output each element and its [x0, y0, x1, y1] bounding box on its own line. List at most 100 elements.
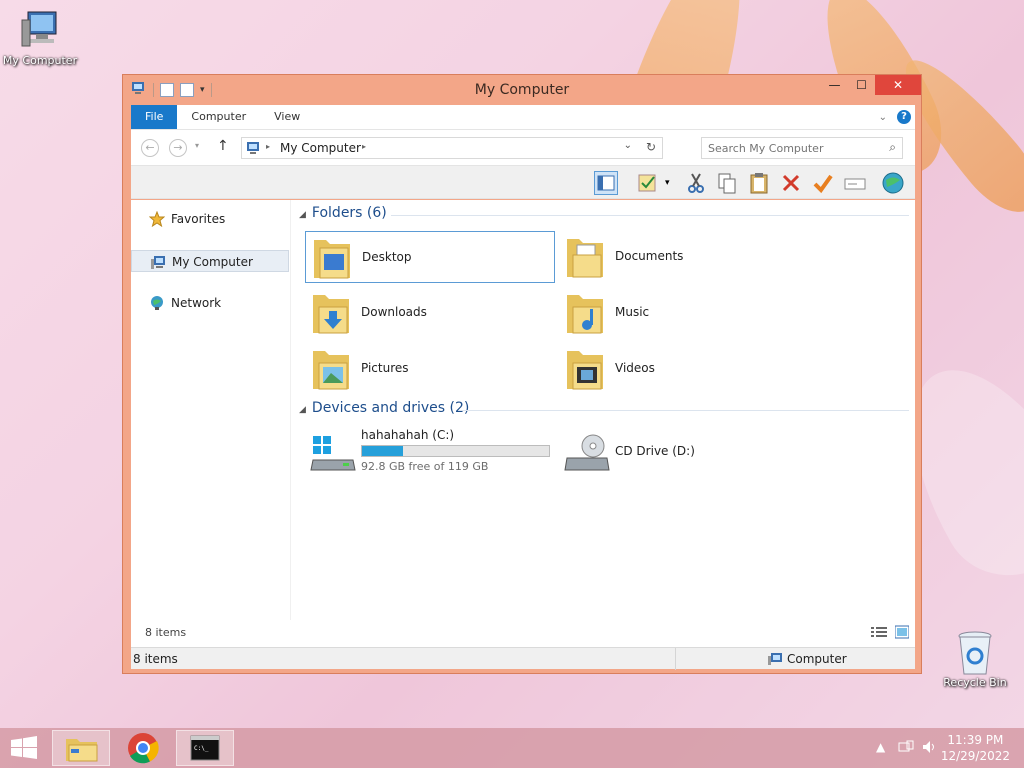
folder-tile-downloads[interactable]: Downloads	[305, 287, 555, 339]
item-count: 8 items	[145, 626, 187, 639]
command-toolbar: ▾	[131, 165, 915, 199]
drive-label: CD Drive (D:)	[615, 444, 695, 458]
title-bar[interactable]: ▾ My Computer — ☐ ✕	[123, 75, 921, 105]
copy-button[interactable]	[715, 171, 739, 195]
folder-label: Documents	[615, 249, 684, 263]
large-icons-view-icon[interactable]	[894, 625, 910, 642]
clock-time: 11:39 PM	[947, 733, 1004, 747]
ribbon-tab-bar: File Computer View ⌄ ?	[131, 105, 915, 129]
maximize-button[interactable]: ☐	[848, 75, 875, 95]
help-icon[interactable]: ?	[897, 110, 911, 124]
hard-drive-icon	[309, 432, 356, 480]
volume-icon[interactable]	[922, 740, 938, 757]
taskbar-clock[interactable]: 11:39 PM 12/29/2022	[941, 732, 1010, 764]
rename-button[interactable]	[843, 171, 867, 195]
show-hidden-icons-icon[interactable]: ▲	[876, 740, 885, 754]
breadcrumb-arrow-icon[interactable]: ▸	[266, 142, 270, 151]
recent-locations-chevron-icon[interactable]: ▾	[195, 141, 199, 150]
desktop-icon-recycle-bin[interactable]: Recycle Bin	[935, 630, 1015, 689]
collapse-triangle-icon[interactable]: ◢	[299, 210, 306, 220]
documents-folder-icon	[563, 233, 607, 281]
drive-tile-d[interactable]: CD Drive (D:)	[559, 426, 809, 482]
preview-pane-button[interactable]	[594, 171, 618, 195]
desktop-icon-label: Recycle Bin	[943, 676, 1007, 689]
navigation-pane: Favorites My Computer Network	[131, 200, 291, 638]
minimize-button[interactable]: —	[821, 75, 848, 95]
collapse-triangle-icon[interactable]: ◢	[299, 405, 306, 415]
desktop-folder-icon	[310, 234, 354, 282]
status-item-count: 8 items	[133, 652, 178, 666]
breadcrumb-arrow-icon[interactable]: ▸	[362, 142, 366, 151]
tab-computer[interactable]: Computer	[177, 105, 260, 129]
search-box[interactable]: ⌕	[701, 137, 903, 159]
delete-button[interactable]	[779, 171, 803, 195]
nav-item-label: My Computer	[172, 255, 253, 269]
up-button[interactable]: ↑	[217, 138, 229, 154]
explorer-window: ▾ My Computer — ☐ ✕ File Computer View ⌄…	[122, 74, 922, 674]
content-pane: ◢ Folders (6) Desktop Documents Downloads	[291, 200, 915, 638]
cut-button[interactable]	[684, 171, 708, 195]
svg-text:C:\_: C:\_	[194, 745, 209, 752]
tab-view[interactable]: View	[260, 105, 314, 129]
nav-item-my-computer[interactable]: My Computer	[131, 250, 289, 272]
chrome-icon	[114, 733, 172, 768]
folder-label: Videos	[615, 361, 655, 375]
drive-tile-c[interactable]: hahahahah (C:) 92.8 GB free of 119 GB	[305, 426, 555, 482]
folder-label: Desktop	[362, 250, 412, 264]
internet-globe-icon[interactable]	[881, 171, 905, 195]
desktop-icon-my-computer[interactable]: My Computer	[0, 8, 80, 67]
nav-item-label: Favorites	[171, 212, 226, 226]
group-header-devices[interactable]: ◢ Devices and drives (2)	[291, 400, 915, 420]
forward-button[interactable]: →	[169, 139, 187, 157]
folder-tile-music[interactable]: Music	[559, 287, 809, 339]
group-header-label: Devices and drives (2)	[311, 400, 470, 416]
group-divider	[391, 215, 909, 216]
paste-button[interactable]	[747, 171, 771, 195]
ribbon-right-controls: ⌄ ?	[879, 110, 915, 124]
folder-tile-pictures[interactable]: Pictures	[305, 343, 555, 395]
properties-button[interactable]	[636, 171, 660, 195]
computer-icon	[246, 141, 262, 158]
folder-tile-desktop[interactable]: Desktop	[305, 231, 555, 283]
folder-icon	[53, 739, 109, 768]
nav-item-network[interactable]: Network	[131, 292, 289, 314]
network-tray-icon[interactable]	[898, 740, 914, 757]
window-controls: — ☐ ✕	[821, 75, 921, 95]
folder-tile-videos[interactable]: Videos	[559, 343, 809, 395]
drive-usage-fill	[362, 446, 404, 456]
network-icon	[149, 295, 165, 311]
pictures-folder-icon	[309, 345, 353, 393]
properties-dropdown-chevron-icon[interactable]: ▾	[665, 178, 670, 188]
cd-drive-icon	[563, 432, 610, 480]
address-path[interactable]: My Computer	[280, 141, 361, 155]
search-icon[interactable]: ⌕	[889, 140, 896, 155]
address-history-chevron-icon[interactable]: ⌄	[624, 140, 632, 151]
search-input[interactable]	[702, 138, 872, 158]
expand-ribbon-chevron-icon[interactable]: ⌄	[879, 112, 887, 123]
drive-free-space: 92.8 GB free of 119 GB	[361, 460, 489, 473]
taskbar-chrome[interactable]	[114, 730, 172, 766]
start-button[interactable]	[0, 730, 48, 766]
group-header-label: Folders (6)	[311, 205, 387, 221]
computer-icon	[18, 8, 62, 52]
group-header-folders[interactable]: ◢ Folders (6)	[291, 205, 915, 225]
window-title: My Computer	[474, 82, 570, 98]
refresh-icon[interactable]: ↻	[646, 140, 656, 154]
back-button[interactable]: ←	[141, 139, 159, 157]
downloads-folder-icon	[309, 289, 353, 337]
checkmark-button[interactable]	[811, 171, 835, 195]
taskbar-command-prompt[interactable]: C:\_	[176, 730, 234, 766]
taskbar-file-explorer[interactable]	[52, 730, 110, 766]
details-view-icon[interactable]	[871, 626, 887, 641]
drive-label: hahahahah (C:)	[361, 428, 455, 442]
drive-usage-bar	[361, 445, 550, 457]
nav-item-favorites[interactable]: Favorites	[131, 208, 289, 230]
command-prompt-icon: C:\_	[177, 735, 233, 768]
close-button[interactable]: ✕	[875, 75, 921, 95]
tab-file[interactable]: File	[131, 105, 178, 129]
address-bar[interactable]: ▸ My Computer ▸ ⌄ ↻	[241, 137, 663, 159]
folder-tile-documents[interactable]: Documents	[559, 231, 809, 283]
computer-icon	[150, 254, 166, 270]
status-location: Computer	[787, 652, 847, 666]
computer-icon	[767, 652, 783, 669]
